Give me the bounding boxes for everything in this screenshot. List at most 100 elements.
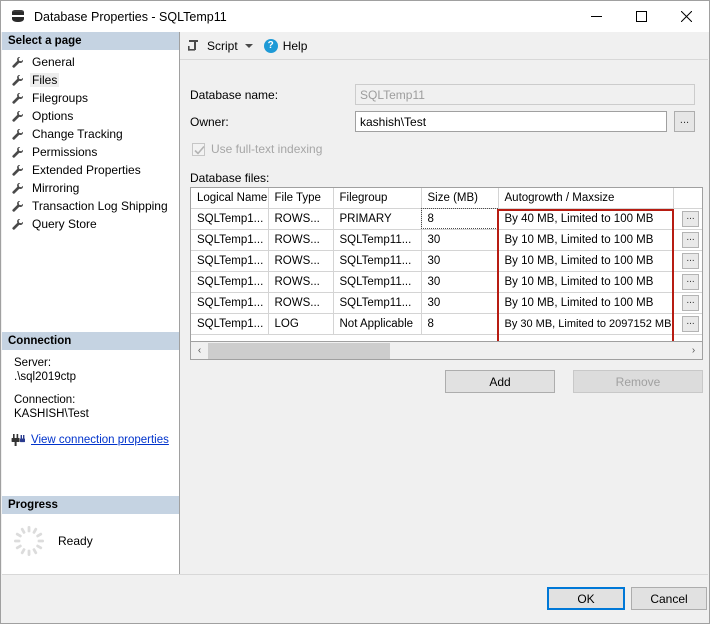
column-header-autogrowth-maxsize[interactable]: Autogrowth / Maxsize (498, 188, 674, 209)
cell-browse: ... (673, 229, 702, 251)
row-browse-button[interactable]: ... (682, 274, 699, 290)
cell-size-mb[interactable]: 8 (421, 208, 499, 230)
cell-autogrowth[interactable]: By 10 MB, Limited to 100 MB (498, 250, 674, 272)
table-row[interactable]: SQLTemp1... ROWS... PRIMARY 8 By 40 MB, … (191, 208, 702, 230)
sidebar-item-files[interactable]: Files (2, 71, 179, 89)
owner-browse-button[interactable]: ... (674, 111, 695, 132)
cell-file-type[interactable]: ROWS... (268, 271, 334, 293)
sidebar-item-query-store[interactable]: Query Store (2, 215, 179, 233)
row-browse-button[interactable]: ... (682, 295, 699, 311)
row-browse-button[interactable]: ... (682, 211, 699, 227)
close-button[interactable] (664, 1, 709, 32)
cell-autogrowth[interactable]: By 10 MB, Limited to 100 MB (498, 271, 674, 293)
sidebar-item-mirroring[interactable]: Mirroring (2, 179, 179, 197)
spinner-icon (12, 524, 46, 558)
server-label: Server: (14, 357, 52, 369)
cell-logical-name[interactable]: SQLTemp1... (191, 292, 269, 314)
cell-filegroup[interactable]: SQLTemp11... (333, 229, 422, 251)
window-title: Database Properties - SQLTemp11 (34, 9, 227, 24)
owner-label: Owner: (190, 114, 229, 129)
column-header-size-mb[interactable]: Size (MB) (421, 188, 499, 209)
toolbar: Script ? Help (180, 32, 708, 60)
sidebar-item-filegroups[interactable]: Filegroups (2, 89, 179, 107)
maximize-button[interactable] (619, 1, 664, 32)
cell-file-type[interactable]: ROWS... (268, 229, 334, 251)
cell-filegroup[interactable]: SQLTemp11... (333, 250, 422, 272)
wrench-icon (11, 110, 24, 123)
cell-size-mb[interactable]: 30 (421, 271, 499, 293)
server-value: .\sql2019ctp (14, 371, 77, 383)
grid-horizontal-scrollbar[interactable]: ‹ › (190, 342, 703, 360)
minimize-button[interactable] (574, 1, 619, 32)
chevron-down-icon[interactable] (244, 43, 253, 48)
database-name-label: Database name: (190, 87, 279, 102)
cell-file-type[interactable]: ROWS... (268, 292, 334, 314)
database-properties-dialog: Database Properties - SQLTemp11 Select a… (0, 0, 710, 624)
cell-size-mb[interactable]: 30 (421, 250, 499, 272)
table-row[interactable]: SQLTemp1... ROWS... SQLTemp11... 30 By 1… (191, 229, 702, 251)
dialog-footer: OK Cancel (2, 574, 708, 622)
wrench-icon (11, 74, 24, 87)
column-header-logical-name[interactable]: Logical Name (191, 188, 269, 209)
owner-row: Owner: kashish\Test ... (190, 111, 695, 132)
row-browse-button[interactable]: ... (682, 316, 699, 332)
sidebar-item-label: Query Store (32, 217, 97, 231)
cell-logical-name[interactable]: SQLTemp1... (191, 229, 269, 251)
connection-info: Server: .\sql2019ctp Connection: KASHISH… (2, 350, 179, 454)
help-button-label[interactable]: Help (283, 39, 308, 53)
cell-logical-name[interactable]: SQLTemp1... (191, 250, 269, 272)
sidebar-item-change-tracking[interactable]: Change Tracking (2, 125, 179, 143)
column-header-file-type[interactable]: File Type (268, 188, 334, 209)
table-row[interactable]: SQLTemp1... ROWS... SQLTemp11... 30 By 1… (191, 292, 702, 314)
cell-autogrowth[interactable]: By 10 MB, Limited to 100 MB (498, 229, 674, 251)
table-row[interactable]: SQLTemp1... LOG Not Applicable 8 By 30 M… (191, 313, 702, 335)
cell-filegroup[interactable]: SQLTemp11... (333, 271, 422, 293)
cell-logical-name[interactable]: SQLTemp1... (191, 208, 269, 230)
cell-browse: ... (673, 292, 702, 314)
cell-filegroup[interactable]: PRIMARY (333, 208, 422, 230)
sidebar-item-permissions[interactable]: Permissions (2, 143, 179, 161)
cell-file-type[interactable]: ROWS... (268, 208, 334, 230)
fulltext-indexing-row: Use full-text indexing (192, 142, 322, 156)
sidebar-item-label: Files (30, 73, 60, 87)
cell-file-type[interactable]: ROWS... (268, 250, 334, 272)
cell-logical-name[interactable]: SQLTemp1... (191, 313, 269, 335)
cancel-button[interactable]: Cancel (631, 587, 707, 610)
fulltext-indexing-checkbox (192, 142, 205, 156)
scrollbar-thumb[interactable] (208, 342, 390, 359)
sidebar-item-options[interactable]: Options (2, 107, 179, 125)
wrench-icon (11, 92, 24, 105)
cell-filegroup[interactable]: SQLTemp11... (333, 292, 422, 314)
remove-button: Remove (573, 370, 703, 393)
cell-logical-name[interactable]: SQLTemp1... (191, 271, 269, 293)
sidebar-item-general[interactable]: General (2, 53, 179, 71)
scroll-right-arrow-icon[interactable]: › (685, 343, 702, 359)
scroll-left-arrow-icon[interactable]: ‹ (191, 343, 208, 359)
connection-header: Connection (2, 331, 179, 350)
sidebar-item-transaction-log-shipping[interactable]: Transaction Log Shipping (2, 197, 179, 215)
cell-size-mb[interactable]: 30 (421, 292, 499, 314)
cell-autogrowth[interactable]: By 40 MB, Limited to 100 MB (498, 208, 674, 230)
add-button[interactable]: Add (445, 370, 555, 393)
cell-autogrowth[interactable]: By 30 MB, Limited to 2097152 MB (498, 313, 674, 335)
cell-size-mb[interactable]: 30 (421, 229, 499, 251)
column-header-filegroup[interactable]: Filegroup (333, 188, 422, 209)
ok-button[interactable]: OK (547, 587, 625, 610)
view-connection-properties-link[interactable]: View connection properties (31, 433, 169, 447)
owner-input[interactable]: kashish\Test (355, 111, 667, 132)
table-row[interactable]: SQLTemp1... ROWS... SQLTemp11... 30 By 1… (191, 271, 702, 293)
view-connection-properties-row[interactable]: View connection properties (10, 432, 179, 448)
row-browse-button[interactable]: ... (682, 232, 699, 248)
sidebar-item-label: Mirroring (32, 181, 80, 195)
table-row[interactable]: SQLTemp1... ROWS... SQLTemp11... 30 By 1… (191, 250, 702, 272)
row-browse-button[interactable]: ... (682, 253, 699, 269)
help-icon[interactable]: ? (263, 38, 278, 53)
cell-autogrowth[interactable]: By 10 MB, Limited to 100 MB (498, 292, 674, 314)
title-bar: Database Properties - SQLTemp11 (1, 1, 709, 32)
cell-size-mb[interactable]: 8 (421, 313, 499, 335)
scrollbar-track[interactable] (208, 342, 685, 359)
cell-file-type[interactable]: LOG (268, 313, 334, 335)
script-button-label[interactable]: Script (207, 39, 238, 53)
cell-filegroup[interactable]: Not Applicable (333, 313, 422, 335)
sidebar-item-extended-properties[interactable]: Extended Properties (2, 161, 179, 179)
